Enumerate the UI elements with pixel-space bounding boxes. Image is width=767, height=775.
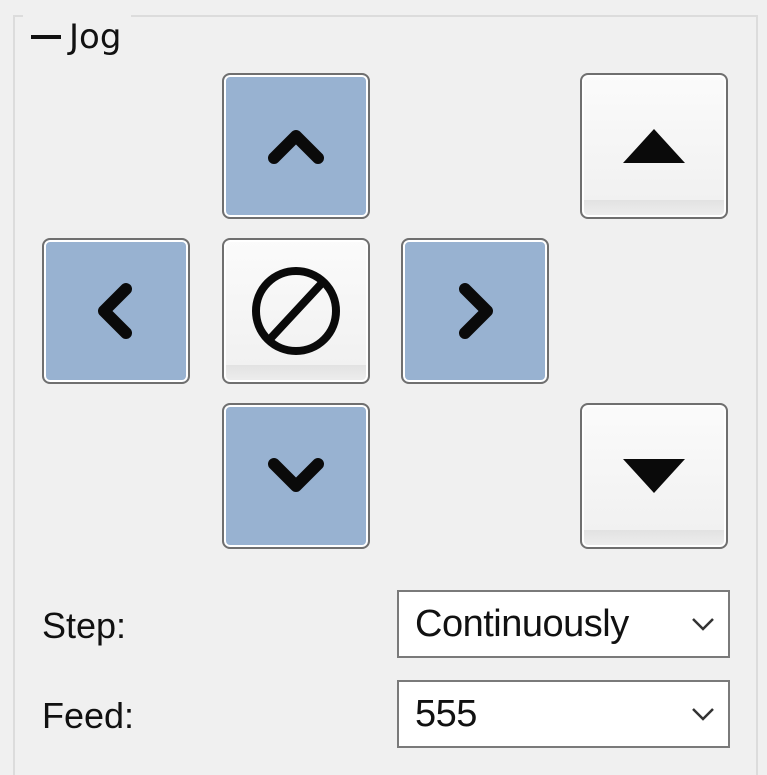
step-select-value: Continuously xyxy=(415,602,629,645)
chevron-up-icon xyxy=(268,130,324,164)
feed-label: Feed: xyxy=(42,695,135,736)
triangle-down-icon xyxy=(623,459,685,493)
chevron-down-icon[interactable] xyxy=(678,592,728,656)
jog-y-minus-button[interactable] xyxy=(222,403,370,549)
jog-z-minus-button[interactable] xyxy=(580,403,728,549)
chevron-right-icon xyxy=(459,283,493,339)
step-label: Step: xyxy=(42,605,127,646)
jog-group-title: Jog xyxy=(69,17,122,57)
jog-group-header[interactable]: Jog xyxy=(23,15,132,59)
minus-icon[interactable] xyxy=(23,15,61,59)
feed-select-value: 555 xyxy=(415,692,477,735)
stop-circle-slash-icon xyxy=(252,267,340,355)
triangle-up-icon xyxy=(623,129,685,163)
chevron-down-icon[interactable] xyxy=(678,682,728,746)
jog-y-plus-button[interactable] xyxy=(222,73,370,219)
jog-x-plus-button[interactable] xyxy=(401,238,549,384)
feed-select[interactable]: 555 xyxy=(397,680,730,748)
chevron-left-icon xyxy=(98,283,132,339)
jog-z-plus-button[interactable] xyxy=(580,73,728,219)
jog-x-minus-button[interactable] xyxy=(42,238,190,384)
chevron-down-icon xyxy=(268,458,324,492)
step-select[interactable]: Continuously xyxy=(397,590,730,658)
jog-stop-button[interactable] xyxy=(222,238,370,384)
